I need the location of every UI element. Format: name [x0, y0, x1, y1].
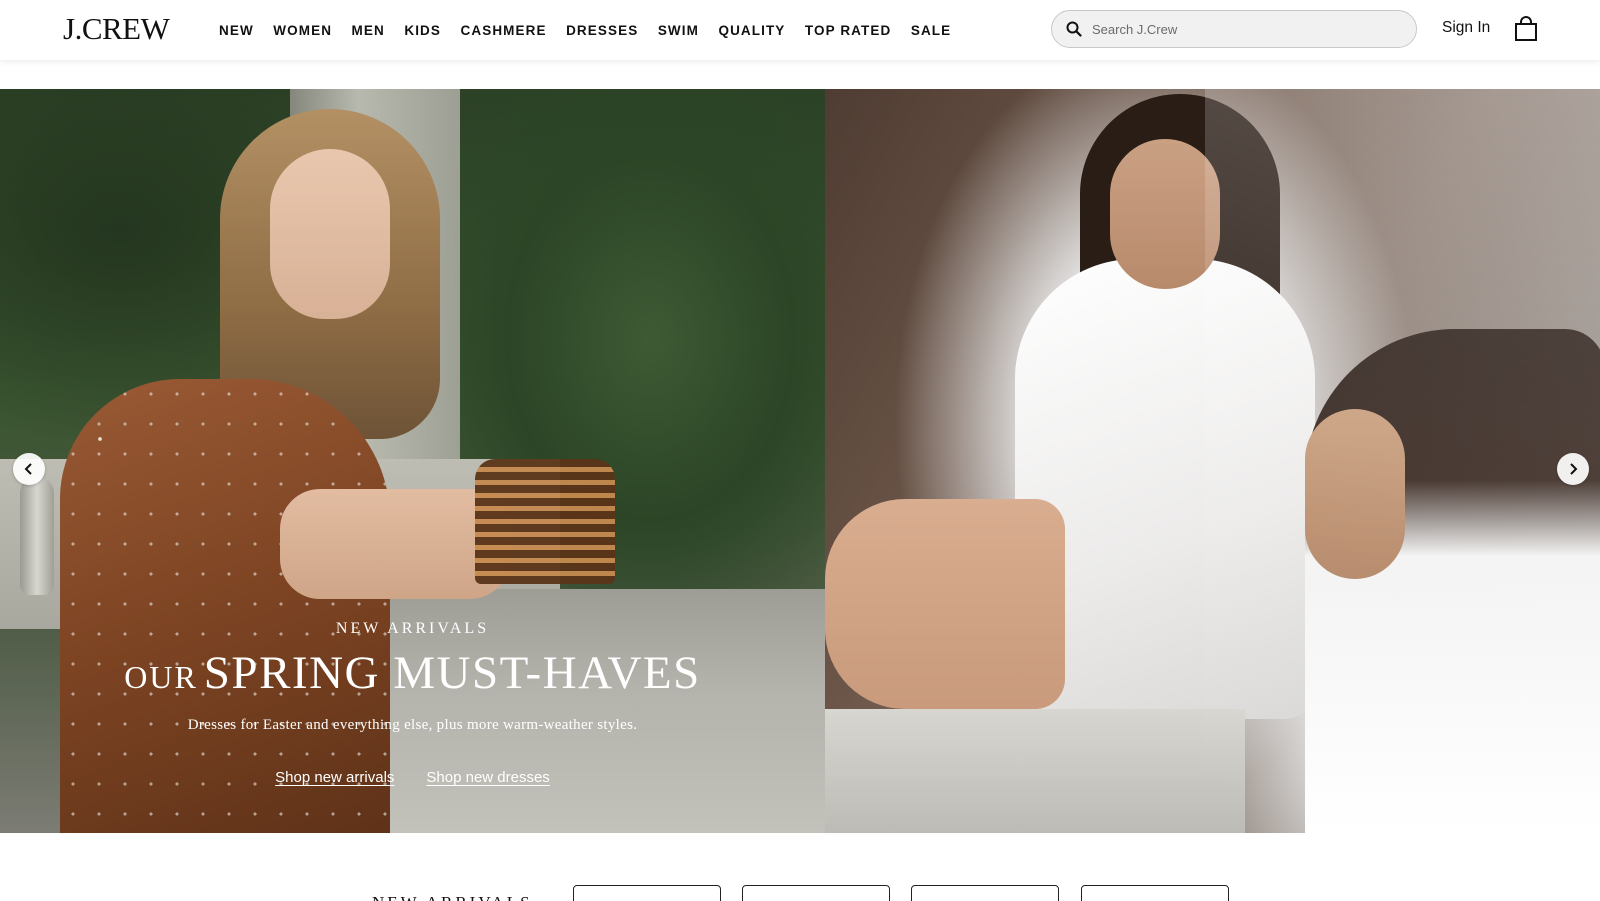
nav-swim[interactable]: SWIM: [658, 23, 699, 38]
shop-new-dresses-link[interactable]: Shop new dresses: [426, 769, 549, 786]
nav-new[interactable]: NEW: [219, 23, 254, 38]
hero-eyebrow: NEW ARRIVALS: [335, 620, 490, 637]
model-face: [1110, 139, 1220, 289]
nav-kids[interactable]: KIDS: [404, 23, 441, 38]
category-button[interactable]: [573, 885, 721, 901]
category-button[interactable]: [1081, 885, 1229, 901]
search-bar[interactable]: [1051, 10, 1417, 48]
chevron-right-icon: [1570, 463, 1578, 475]
search-icon[interactable]: [1066, 21, 1082, 37]
nav-dresses[interactable]: DRESSES: [566, 23, 638, 38]
category-button[interactable]: [911, 885, 1059, 901]
headline-prefix: OUR: [124, 659, 198, 695]
search-input[interactable]: [1092, 21, 1382, 37]
nav-sale[interactable]: SALE: [911, 23, 951, 38]
nav-quality[interactable]: QUALITY: [718, 23, 785, 38]
jcrew-logo[interactable]: J.CREW: [63, 12, 170, 46]
window-reflection: [1205, 89, 1600, 833]
hero-headline: OUR SPRING MUST-HAVES: [0, 645, 825, 705]
shop-new-arrivals-link[interactable]: Shop new arrivals: [275, 769, 394, 786]
category-strip: NEW ARRIVALS: [0, 833, 1600, 901]
main-nav: NEW WOMEN MEN KIDS CASHMERE DRESSES SWIM…: [219, 0, 971, 60]
cafe-table: [825, 709, 1245, 833]
sign-in-link[interactable]: Sign In: [1442, 19, 1490, 37]
nav-top-rated[interactable]: TOP RATED: [805, 23, 891, 38]
nav-men[interactable]: MEN: [352, 23, 385, 38]
hero-copy: NEW ARRIVALS OUR SPRING MUST-HAVES Dresse…: [0, 89, 825, 833]
model-legs: [825, 499, 1065, 709]
shopping-bag-icon[interactable]: [1514, 16, 1538, 42]
site-header: J.CREW NEW WOMEN MEN KIDS CASHMERE DRESS…: [0, 0, 1600, 60]
hero-image-right[interactable]: [825, 89, 1600, 833]
hero-links: Shop new arrivals Shop new dresses: [0, 769, 825, 786]
nav-women[interactable]: WOMEN: [273, 23, 332, 38]
hero-banner[interactable]: NEW ARRIVALS OUR SPRING MUST-HAVES Dresse…: [0, 89, 1600, 833]
headline-main: SPRING MUST-HAVES: [203, 647, 701, 699]
chevron-left-icon: [24, 463, 32, 475]
carousel-prev-button[interactable]: [13, 453, 45, 485]
category-strip-title: NEW ARRIVALS: [372, 893, 533, 901]
category-button[interactable]: [742, 885, 890, 901]
carousel-next-button[interactable]: [1557, 453, 1589, 485]
nav-cashmere[interactable]: CASHMERE: [461, 23, 547, 38]
hero-subline: Dresses for Easter and everything else, …: [187, 717, 638, 733]
